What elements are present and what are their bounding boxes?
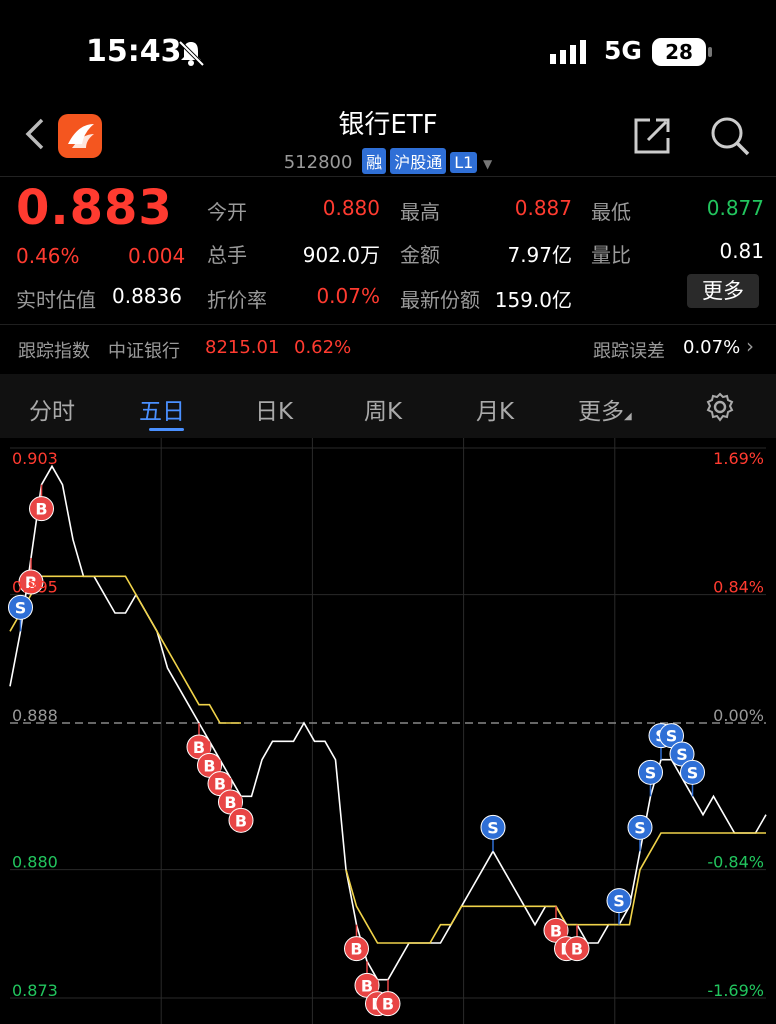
y-tick-left: 0.903 (12, 449, 58, 468)
marker-letter: B (571, 940, 583, 959)
tag-margin: 融 (362, 148, 387, 174)
battery-indicator: 28 (652, 38, 712, 66)
marker-letter: S (666, 727, 678, 746)
y-tick-left: 0.895 (12, 578, 58, 597)
tab-daily-k[interactable]: 日K (255, 392, 293, 426)
sell-marker: S (480, 814, 506, 852)
marker-letter: B (550, 921, 562, 940)
search-icon[interactable] (708, 114, 752, 158)
tab-more-caret-icon: ◢ (624, 411, 632, 422)
volume-ratio-value: 0.81 (719, 239, 764, 263)
high-label: 最高 (400, 200, 440, 224)
security-code: 512800 (283, 152, 353, 173)
tab-five-day[interactable]: 五日 (139, 392, 185, 426)
more-button[interactable]: 更多 (687, 274, 759, 308)
marker-letter: S (634, 818, 646, 837)
marker-letter: S (487, 818, 499, 837)
sell-marker: S (627, 814, 653, 852)
buy-marker: B (29, 484, 54, 522)
tab-more-label: 更多 (578, 399, 624, 425)
last-price: 0.883 (16, 180, 173, 236)
volume-value: 902.0万 (302, 243, 380, 267)
tag-level: L1 (450, 152, 478, 173)
buy-marker: B (344, 924, 369, 962)
marker-letter: S (676, 745, 688, 764)
tab-intraday[interactable]: 分时 (29, 392, 75, 426)
marker-letter: S (645, 763, 657, 782)
shares-label: 最新份额 (400, 288, 480, 312)
marker-letter: B (35, 500, 47, 519)
tab-weekly-k[interactable]: 周K (364, 392, 402, 426)
discount-value: 0.07% (316, 284, 380, 308)
bell-mute-icon (178, 40, 205, 67)
average-line (9, 575, 766, 944)
tracking-error-label[interactable]: 跟踪误差 (593, 337, 665, 363)
sell-marker: S (638, 759, 663, 797)
tab-monthly-k[interactable]: 月K (476, 392, 514, 426)
sell-marker: S (606, 888, 632, 925)
volume-ratio-label: 量比 (591, 243, 631, 267)
five-day-chart[interactable]: BBBBBBBBBBBBBBSSSSSSSSS 0.9031.69%0.8950… (0, 438, 776, 1024)
network-label: 5G (604, 36, 642, 65)
change-percent: 0.46% (16, 244, 80, 268)
tracking-label: 跟踪指数 (18, 341, 90, 362)
status-time: 15:43 (86, 34, 182, 69)
y-tick-left: 0.880 (12, 853, 58, 872)
tracking-index-change: 0.62% (294, 337, 352, 358)
marker-letter: B (361, 976, 373, 995)
amount-label: 金额 (400, 243, 440, 267)
low-label: 最低 (591, 200, 631, 224)
buy-marker: B (375, 979, 401, 1017)
tag-connect: 沪股通 (390, 148, 447, 174)
open-value: 0.880 (322, 196, 380, 220)
y-tick-right: -1.69% (707, 981, 764, 1000)
dropdown-caret-icon[interactable]: ▼ (483, 157, 492, 171)
marker-letter: S (15, 598, 27, 617)
marker-letter: B (214, 775, 226, 794)
change-amount: 0.004 (128, 244, 186, 268)
y-tick-right: 0.84% (713, 578, 764, 597)
amount-value: 7.97亿 (507, 243, 572, 267)
low-value: 0.877 (706, 196, 764, 220)
share-icon[interactable] (632, 116, 672, 156)
marker-letter: B (350, 940, 362, 959)
sell-marker: S (8, 594, 33, 632)
tracking-index-value: 8215.01 (205, 337, 280, 358)
header-divider (0, 176, 776, 177)
tracking-index-name: 中证银行 (108, 341, 180, 362)
active-tab-indicator (149, 428, 184, 431)
y-tick-left: 0.888 (12, 706, 58, 725)
iopv-label: 实时估值 (16, 288, 96, 312)
signal-icon (550, 40, 586, 64)
tracking-error-value[interactable]: 0.07% (683, 337, 740, 358)
buy-marker: B (564, 924, 590, 962)
open-label: 今开 (207, 200, 247, 224)
marker-letter: B (193, 738, 205, 757)
high-value: 0.887 (514, 196, 572, 220)
volume-label: 总手 (207, 243, 247, 267)
tab-more[interactable]: 更多◢ (578, 392, 632, 426)
marker-letter: B (203, 756, 215, 775)
sell-marker: S (680, 759, 705, 797)
y-tick-right: 1.69% (713, 449, 764, 468)
discount-label: 折价率 (207, 288, 267, 312)
iopv-value: 0.8836 (112, 284, 182, 308)
marker-letter: S (687, 763, 699, 782)
marker-letter: S (613, 892, 625, 911)
marker-letter: B (382, 995, 394, 1014)
y-tick-right: -0.84% (707, 853, 764, 872)
chevron-right-icon[interactable]: › (746, 334, 754, 358)
y-tick-right: 0.00% (713, 706, 764, 725)
marker-letter: B (235, 811, 247, 830)
settings-gear-icon[interactable] (705, 392, 735, 422)
shares-value: 159.0亿 (494, 288, 572, 312)
marker-letter: B (224, 793, 236, 812)
y-tick-left: 0.873 (12, 981, 58, 1000)
divider (0, 324, 776, 325)
